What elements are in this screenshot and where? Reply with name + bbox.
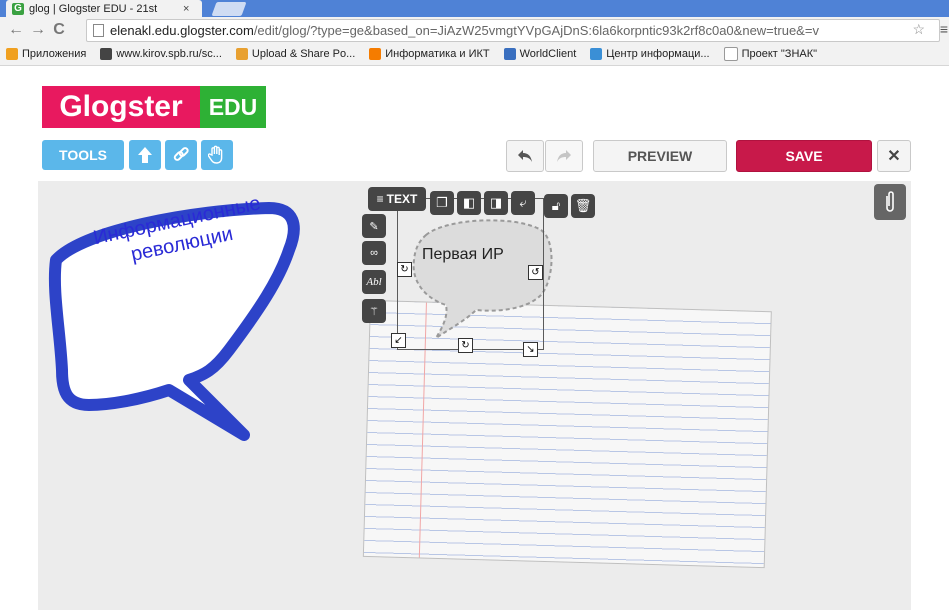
tab-title: glog | Glogster EDU - 21st — [29, 2, 158, 15]
bookmark-item[interactable]: www.kirov.spb.ru/sc... — [100, 48, 222, 60]
glogster-favicon-icon: G — [12, 2, 24, 15]
font-style-icon[interactable]: Abl — [362, 270, 386, 294]
url-text: elenakl.edu.glogster.com/edit/glog/?type… — [110, 23, 819, 38]
copy-icon[interactable]: ❐ — [430, 191, 454, 215]
forward-icon[interactable]: → — [30, 21, 46, 39]
resize-bottom-right-icon[interactable]: ↘ — [523, 342, 538, 357]
address-bar[interactable]: elenakl.edu.glogster.com/edit/glog/?type… — [86, 19, 940, 42]
blogger-icon — [369, 48, 382, 60]
bookmark-label: Информатика и ИКТ — [385, 48, 490, 60]
browser-tab-strip: G glog | Glogster EDU - 21st × — [0, 0, 949, 17]
selection-box — [397, 198, 544, 350]
page-icon — [723, 47, 738, 61]
bookmark-label: Проект "ЗНАК" — [741, 48, 818, 60]
folder-icon — [590, 48, 603, 60]
rotate-bottom-handle-icon[interactable]: ↻ — [458, 338, 473, 353]
upload-arrow-icon[interactable] — [129, 140, 161, 170]
magic-wand-icon[interactable]: ⚚ — [362, 299, 386, 323]
bookmark-item[interactable]: Приложения — [6, 48, 86, 60]
send-backward-icon[interactable]: ◨ — [484, 191, 508, 215]
link-icon[interactable] — [165, 140, 197, 170]
tab-close-icon[interactable]: × — [183, 3, 189, 15]
preview-button[interactable]: PREVIEW — [593, 140, 727, 172]
save-button[interactable]: SAVE — [736, 140, 872, 172]
bookmark-star-icon[interactable]: ☆ — [912, 21, 925, 38]
reload-icon[interactable]: C — [52, 21, 66, 39]
lock-icon[interactable]: 🔓︎ — [544, 194, 568, 218]
edu-logo: EDU — [200, 86, 266, 128]
glogster-logo[interactable]: Glogster — [42, 86, 200, 128]
new-tab-button[interactable] — [211, 2, 247, 16]
trash-icon[interactable]: 🗑︎ — [571, 194, 595, 218]
apps-icon — [6, 48, 18, 60]
bookmark-item[interactable]: Информатика и ИКТ — [369, 48, 490, 60]
attachment-clip-icon[interactable] — [874, 184, 906, 220]
bring-forward-icon[interactable]: ◧ — [457, 191, 481, 215]
bookmark-label: Upload & Share Po... — [251, 48, 356, 60]
text-lines-icon: ≡ — [376, 192, 384, 206]
dropper-icon[interactable]: ✎ — [362, 214, 386, 238]
rotate-left-handle-icon[interactable]: ↻ — [397, 262, 412, 277]
bookmarks-bar: Приложения www.kirov.spb.ru/sc... Upload &… — [0, 43, 949, 66]
bookmark-item[interactable]: Центр информаци... — [590, 48, 710, 60]
undo-icon[interactable] — [506, 140, 544, 172]
bookmark-item[interactable]: Проект "ЗНАК" — [723, 47, 818, 61]
resize-bottom-left-icon[interactable]: ↙ — [391, 333, 406, 348]
page-icon — [93, 24, 104, 37]
text-tool-label: TEXT — [386, 192, 418, 206]
flip-icon[interactable]: ⤶ — [511, 191, 535, 215]
back-icon[interactable]: ← — [8, 21, 24, 39]
app-header: Glogster EDU — [0, 66, 949, 130]
hand-icon[interactable] — [201, 140, 233, 170]
close-editor-button[interactable]: ✕ — [877, 140, 911, 172]
bookmark-label: www.kirov.spb.ru/sc... — [116, 48, 222, 60]
redo-icon[interactable] — [545, 140, 583, 172]
browser-tab[interactable]: G glog | Glogster EDU - 21st × — [6, 0, 202, 17]
text-tool-button[interactable]: ≡ TEXT — [368, 187, 426, 211]
upload-icon — [235, 48, 248, 60]
globe-icon — [503, 48, 516, 60]
bookmark-item[interactable]: WorldClient — [503, 48, 577, 60]
site-icon — [100, 48, 113, 60]
browser-toolbar: ← → C elenakl.edu.glogster.com/edit/glog… — [0, 17, 949, 43]
link-chain-icon[interactable]: ∞ — [362, 241, 386, 265]
browser-menu-icon[interactable]: ≡ — [940, 21, 948, 37]
bookmark-label: WorldClient — [519, 48, 577, 60]
bookmark-label: Приложения — [22, 48, 87, 60]
tools-button[interactable]: TOOLS — [42, 140, 124, 170]
rotate-right-handle-icon[interactable]: ↺ — [528, 265, 543, 280]
bookmark-item[interactable]: Upload & Share Po... — [235, 48, 356, 60]
bookmark-label: Центр информаци... — [606, 48, 710, 60]
